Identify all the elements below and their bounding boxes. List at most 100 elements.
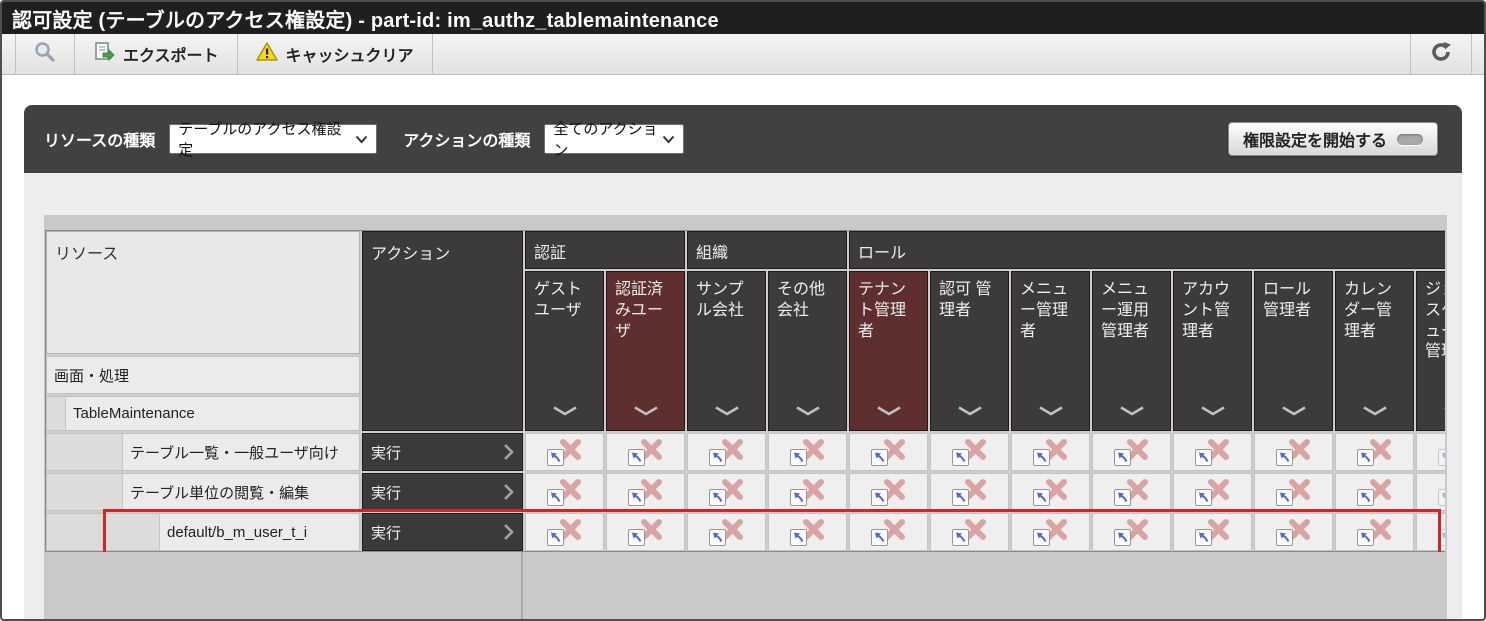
perm-column-header[interactable]: テナント管理者 [849,271,928,431]
perm-cell[interactable] [1416,433,1445,471]
perm-cell[interactable] [1173,473,1252,511]
resource-tree-item[interactable]: TableMaintenance [46,396,360,431]
perm-cell[interactable] [768,433,847,471]
start-permission-setting-button[interactable]: 権限設定を開始する [1228,122,1438,156]
perm-cell[interactable] [1173,513,1252,551]
resource-tree-label: テーブル単位の閲覧・編集 [123,474,309,510]
toolbar-separator [432,34,433,74]
perm-cell[interactable] [1254,473,1333,511]
perm-column-label: メニュー運用管理者 [1101,280,1162,342]
perm-cell[interactable] [1416,473,1445,511]
group-header: 組織 [687,231,847,269]
perm-cell[interactable] [849,513,928,551]
perm-cell[interactable] [606,513,685,551]
chevron-down-icon[interactable] [633,402,659,423]
action-cell[interactable]: 実行 [362,513,523,551]
perm-cell[interactable] [525,433,604,471]
perm-cell[interactable] [687,433,766,471]
action-label: 実行 [371,482,401,503]
chevron-down-icon[interactable] [1038,402,1064,423]
perm-cell[interactable] [1254,513,1333,551]
chevron-down-icon[interactable] [552,402,578,423]
action-cell[interactable]: 実行 [362,473,523,511]
chevron-down-icon[interactable] [1119,402,1145,423]
inherit-link-arrow-with-red-cross-icon [1114,479,1150,506]
inherit-link-arrow-with-red-cross-icon [1033,519,1069,546]
resource-tree-item[interactable]: テーブル一覧・一般ユーザ向け [46,433,360,471]
perm-cell[interactable] [930,473,1009,511]
perm-cell[interactable] [1011,473,1090,511]
warning-triangle-icon [256,42,278,67]
perm-column-header[interactable]: 認可 管理者 [930,271,1009,431]
resource-tree-item[interactable]: テーブル単位の閲覧・編集 [46,473,360,511]
perm-column-header[interactable]: カレンダー管理者 [1335,271,1414,431]
perm-column-header[interactable]: 認証済みユーザ [606,271,685,431]
perm-cell[interactable] [525,473,604,511]
chevron-down-icon[interactable] [714,402,740,423]
chevron-down-icon[interactable] [1362,402,1388,423]
inherit-link-arrow-with-red-cross-icon [1438,519,1446,546]
action-column-header: アクション [362,231,523,431]
perm-cell[interactable] [1011,513,1090,551]
chevron-down-icon[interactable] [957,402,983,423]
resource-tree-item[interactable]: default/b_m_user_t_i [46,513,360,551]
perm-column-label: テナント管理者 [858,280,919,342]
perm-cell[interactable] [525,513,604,551]
perm-cell[interactable] [849,473,928,511]
chevron-down-icon[interactable] [1281,402,1307,423]
perm-cell[interactable] [1335,513,1414,551]
search-button[interactable] [16,34,74,74]
perm-cell[interactable] [1335,473,1414,511]
tree-indent-guide [47,434,123,470]
perm-column-header[interactable]: アカウント管理者 [1173,271,1252,431]
perm-cell[interactable] [1092,513,1171,551]
perm-cell[interactable] [687,513,766,551]
export-button[interactable]: エクスポート [75,34,237,74]
inherit-link-arrow-with-red-cross-icon [547,479,583,506]
perm-cell[interactable] [1011,433,1090,471]
perm-column-header[interactable]: メニュー運用管理者 [1092,271,1171,431]
inherit-link-arrow-with-red-cross-icon [1033,479,1069,506]
chevron-down-icon[interactable] [795,402,821,423]
perm-cell[interactable] [687,473,766,511]
chevron-right-icon [503,523,514,541]
resource-tree-label: TableMaintenance [66,397,195,430]
resource-tree-item[interactable]: 画面・処理 [46,356,360,394]
perm-column-header[interactable]: その他会社 [768,271,847,431]
resource-type-select[interactable]: テーブルのアクセス権設定 [169,124,377,154]
inherit-link-arrow-with-red-cross-icon [709,479,745,506]
action-type-select[interactable]: 全てのアクション [544,124,684,154]
perm-cell[interactable] [768,513,847,551]
perm-cell[interactable] [930,513,1009,551]
perm-cell[interactable] [606,473,685,511]
chevron-down-icon[interactable] [1200,402,1226,423]
perm-cell[interactable] [768,473,847,511]
cache-clear-button[interactable]: キャッシュクリア [238,34,432,74]
action-cell[interactable]: 実行 [362,433,523,471]
refresh-button[interactable] [1411,34,1471,74]
perm-cell[interactable] [1335,433,1414,471]
perm-cell[interactable] [849,433,928,471]
perm-column-header[interactable]: ロール管理者 [1254,271,1333,431]
chevron-down-icon[interactable] [1443,402,1446,423]
start-permission-setting-label: 権限設定を開始する [1243,127,1387,151]
perm-column-header[interactable]: ジョブスケジューラ管理者 [1416,271,1445,431]
perm-cell[interactable] [930,433,1009,471]
inherit-link-arrow-with-red-cross-icon [871,519,907,546]
perm-column-label: ジョブスケジューラ管理者 [1425,280,1445,363]
perm-cell[interactable] [1173,433,1252,471]
inherit-link-arrow-with-red-cross-icon [628,519,664,546]
perm-cell[interactable] [1254,433,1333,471]
chevron-down-icon[interactable] [876,402,902,423]
perm-column-header[interactable]: ゲストユーザ [525,271,604,431]
inherit-link-arrow-with-red-cross-icon [1438,439,1446,466]
perm-cell[interactable] [1092,433,1171,471]
perm-cell[interactable] [606,433,685,471]
title-bar: 認可設定 (テーブルのアクセス権設定) - part-id: im_authz_… [2,2,1484,34]
perm-cell[interactable] [1092,473,1171,511]
perm-column-header[interactable]: サンプル会社 [687,271,766,431]
perm-column-header[interactable]: メニュー管理者 [1011,271,1090,431]
inherit-link-arrow-with-red-cross-icon [1357,519,1393,546]
perm-cell[interactable] [1416,513,1445,551]
panel-background: リソースアクション認証組織ロールゲストユーザ認証済みユーザサンプル会社その他会社… [24,173,1462,621]
